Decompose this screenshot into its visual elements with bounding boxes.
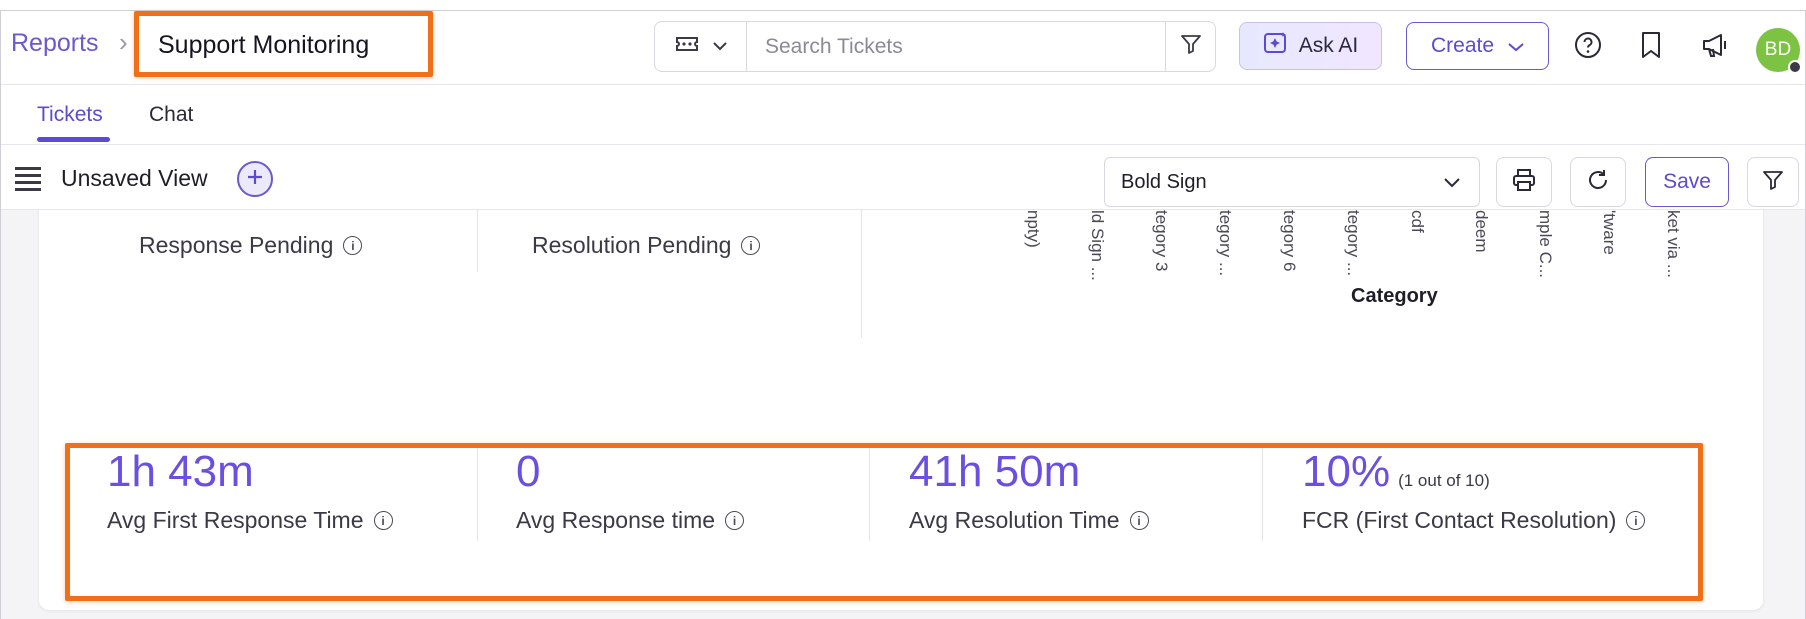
refresh-icon (1586, 168, 1610, 197)
resolution-pending-text: Resolution Pending (532, 232, 732, 258)
help-icon (1574, 31, 1602, 64)
chevron-down-icon (1508, 34, 1524, 58)
stats-highlight-box (65, 443, 1703, 601)
status-indicator (1788, 60, 1802, 74)
ask-ai-label: Ask AI (1298, 34, 1359, 57)
search-type-selector[interactable] (655, 22, 747, 71)
refresh-button[interactable] (1570, 157, 1626, 207)
menu-icon[interactable] (15, 167, 41, 195)
help-button[interactable] (1572, 31, 1604, 63)
add-view-button[interactable] (237, 161, 273, 197)
printer-icon (1512, 168, 1536, 197)
bookmark-icon (1640, 31, 1662, 64)
x-axis-title: Category (1351, 285, 1438, 307)
resolution-pending-value: 80 (529, 210, 580, 214)
brand-select[interactable]: Bold Sign (1104, 157, 1480, 207)
breadcrumb-separator: › (119, 27, 128, 57)
print-button[interactable] (1496, 157, 1552, 207)
resolution-pending-label: Resolution Pending i (532, 232, 761, 259)
breadcrumb-reports-link[interactable]: Reports (11, 29, 99, 58)
tab-tickets[interactable]: Tickets (37, 103, 103, 127)
response-pending-text: Response Pending (139, 232, 334, 258)
save-label: Save (1663, 170, 1711, 193)
category-tick-label: 'tware (1600, 210, 1619, 255)
chevron-down-icon (712, 38, 727, 56)
avatar-initials: BD (1764, 39, 1792, 60)
filter-icon (1180, 33, 1202, 60)
megaphone-icon (1701, 31, 1731, 64)
info-icon[interactable]: i (741, 236, 761, 255)
create-button[interactable]: Create (1406, 22, 1549, 70)
category-tick-label: tegory 3 (1152, 210, 1171, 272)
view-filter-button[interactable] (1747, 157, 1799, 207)
category-tick-label: tegory ... (1344, 210, 1363, 277)
divider (477, 210, 478, 272)
tab-bar: Tickets Chat (1, 85, 1805, 145)
save-button[interactable]: Save (1645, 157, 1729, 207)
divider (861, 210, 862, 338)
brand-select-value: Bold Sign (1121, 170, 1207, 193)
create-label: Create (1430, 34, 1495, 57)
plus-icon (246, 168, 264, 191)
filter-icon (1762, 169, 1784, 196)
category-tick-label: npty) (1024, 210, 1043, 248)
category-tick-label: tegory ... (1216, 210, 1235, 277)
active-tab-indicator (37, 137, 110, 142)
category-tick-label: cdf (1408, 210, 1427, 233)
response-pending-value: 70 (135, 210, 186, 214)
search-bar (654, 21, 1216, 72)
response-pending-label: Response Pending i (139, 232, 363, 259)
category-tick-label: mple C... (1536, 210, 1555, 279)
tab-chat[interactable]: Chat (149, 103, 193, 127)
search-input[interactable] (747, 22, 1167, 71)
sparkle-icon (1263, 30, 1289, 62)
bookmark-button[interactable] (1635, 31, 1667, 63)
category-tick-label: tegory 6 (1280, 210, 1299, 272)
category-tick-label: ket via ... (1664, 210, 1683, 279)
ticket-icon (675, 35, 699, 58)
search-filter-button[interactable] (1165, 22, 1215, 71)
category-tick-label: ld Sign ... (1088, 210, 1107, 281)
view-name: Unsaved View (61, 165, 208, 191)
chevron-down-icon (1443, 172, 1461, 195)
app-window: Reports › Support Monitoring Search Tick… (0, 10, 1806, 619)
category-tick-label: deem (1472, 210, 1491, 253)
view-toolbar: Unsaved View Bold Sign Save (1, 145, 1805, 210)
info-icon[interactable]: i (343, 236, 363, 255)
announcements-button[interactable] (1700, 31, 1732, 63)
ask-ai-button[interactable]: Ask AI (1239, 22, 1382, 70)
title-highlight-box (134, 11, 433, 77)
